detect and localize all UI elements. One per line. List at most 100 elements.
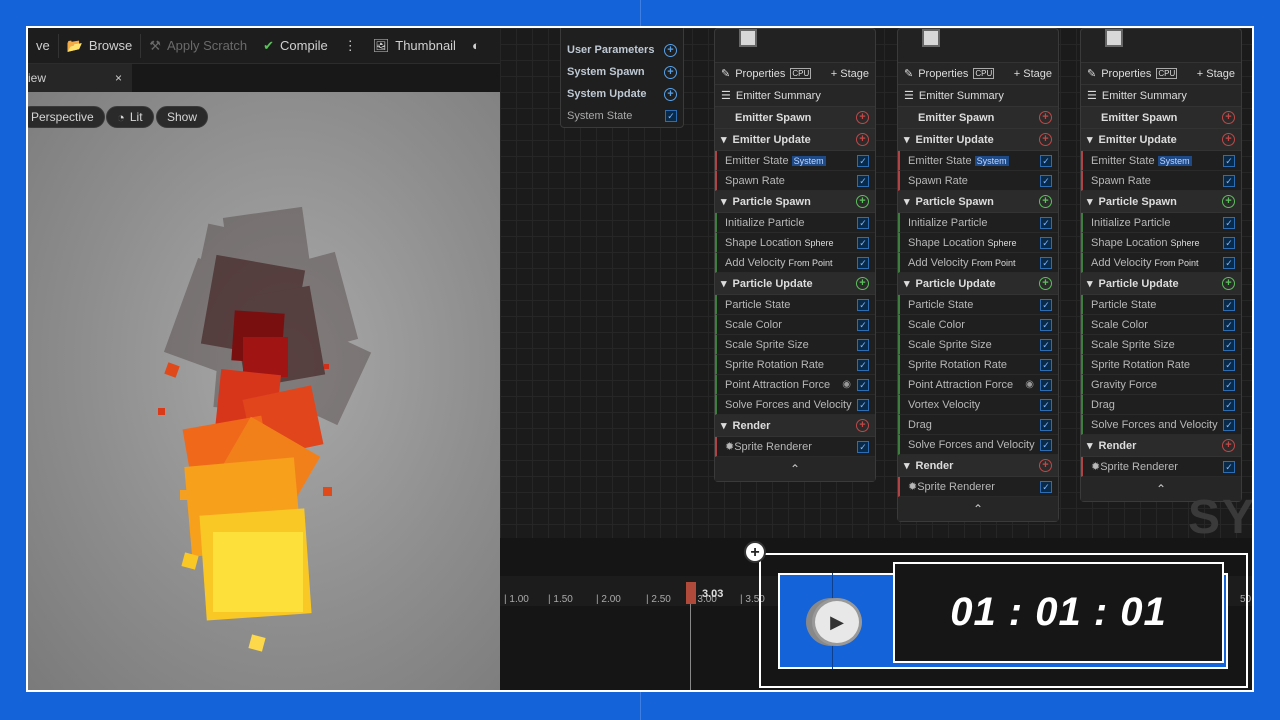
section-header[interactable]: ▾ Particle Spawn +	[1081, 191, 1241, 213]
module-row[interactable]: ✹ Sprite Renderer ✓	[898, 477, 1058, 497]
add-module-icon[interactable]: +	[1222, 111, 1235, 124]
section-header[interactable]: ▾ Particle Spawn +	[715, 191, 875, 213]
module-row[interactable]: Solve Forces and Velocity ✓	[715, 395, 875, 415]
checkbox[interactable]: ✓	[1223, 155, 1235, 167]
checkbox[interactable]: ✓	[1223, 359, 1235, 371]
add-module-icon[interactable]: +	[1039, 277, 1052, 290]
close-icon[interactable]: ×	[115, 71, 122, 85]
section-header[interactable]: ▾ Render +	[1081, 435, 1241, 457]
system-node[interactable]: User Parameters + System Spawn + System Upda…	[560, 28, 684, 128]
checkbox[interactable]: ✓	[857, 155, 869, 167]
add-module-icon[interactable]: +	[1039, 133, 1052, 146]
emitter-properties-row[interactable]: ✎ Properties CPU + Stage	[1081, 63, 1241, 85]
checkbox[interactable]: ✓	[857, 339, 869, 351]
chevron-down-icon[interactable]: ▾	[721, 195, 727, 208]
module-row[interactable]: Shape Location Sphere ✓	[715, 233, 875, 253]
eye-icon[interactable]: ◉	[842, 379, 851, 390]
module-row[interactable]: Gravity Force ✓	[1081, 375, 1241, 395]
checkbox[interactable]: ✓	[1223, 319, 1235, 331]
checkbox[interactable]: ✓	[1040, 419, 1052, 431]
section-header[interactable]: Emitter Spawn +	[1081, 107, 1241, 129]
module-row[interactable]: Solve Forces and Velocity ✓	[898, 435, 1058, 455]
add-module-icon[interactable]: +	[1222, 439, 1235, 452]
module-row[interactable]: Scale Color ✓	[898, 315, 1058, 335]
system-node-row[interactable]: System State ✓	[561, 105, 683, 127]
module-row[interactable]: Emitter State System ✓	[715, 151, 875, 171]
add-circle-icon[interactable]: +	[664, 87, 677, 101]
emitter-thumbnail[interactable]	[1105, 29, 1123, 47]
module-row[interactable]: Shape Location Sphere ✓	[1081, 233, 1241, 253]
add-module-icon[interactable]: +	[856, 133, 869, 146]
checkbox[interactable]: ✓	[857, 299, 869, 311]
emitter-summary-row[interactable]: ☰ Emitter Summary	[1081, 85, 1241, 107]
add-icon[interactable]: +	[744, 541, 766, 563]
play-button[interactable]: ▶	[812, 598, 862, 646]
module-row[interactable]: Solve Forces and Velocity ✓	[1081, 415, 1241, 435]
section-header[interactable]: ▾ Emitter Update +	[898, 129, 1058, 151]
add-module-icon[interactable]: +	[856, 195, 869, 208]
module-row[interactable]: Scale Color ✓	[1081, 315, 1241, 335]
checkbox[interactable]: ✓	[1223, 379, 1235, 391]
thumbnail-button[interactable]: 🖼 Thumbnail	[365, 28, 464, 64]
add-module-icon[interactable]: +	[1039, 195, 1052, 208]
section-header[interactable]: ▾ Particle Spawn +	[898, 191, 1058, 213]
add-stage-button[interactable]: + Stage	[831, 68, 869, 80]
checkbox[interactable]: ✓	[1040, 217, 1052, 229]
add-circle-icon[interactable]: +	[664, 65, 677, 79]
checkbox[interactable]: ✓	[1040, 339, 1052, 351]
module-row[interactable]: Add Velocity From Point ✓	[898, 253, 1058, 273]
checkbox[interactable]: ✓	[1040, 319, 1052, 331]
preview-viewport[interactable]	[28, 92, 500, 690]
module-row[interactable]: Add Velocity From Point ✓	[1081, 253, 1241, 273]
checkbox[interactable]: ✓	[1040, 439, 1052, 451]
lit-button[interactable]: ◔ Lit	[106, 106, 154, 128]
collapse-chevron-icon[interactable]: ⌃	[898, 497, 1058, 521]
add-module-icon[interactable]: +	[856, 277, 869, 290]
chevron-down-icon[interactable]: ▾	[1087, 277, 1093, 290]
checkbox[interactable]: ✓	[857, 237, 869, 249]
section-header[interactable]: ▾ Emitter Update +	[715, 129, 875, 151]
module-row[interactable]: Sprite Rotation Rate ✓	[898, 355, 1058, 375]
module-row[interactable]: Scale Color ✓	[715, 315, 875, 335]
checkbox[interactable]: ✓	[857, 257, 869, 269]
add-module-icon[interactable]: +	[856, 419, 869, 432]
eye-icon[interactable]: ◉	[1025, 379, 1034, 390]
module-row[interactable]: Drag ✓	[1081, 395, 1241, 415]
save-button[interactable]: ve	[28, 28, 58, 64]
section-header[interactable]: ▾ Particle Update +	[898, 273, 1058, 295]
add-circle-icon[interactable]: +	[664, 43, 677, 57]
checkbox[interactable]: ✓	[1040, 359, 1052, 371]
checkbox[interactable]: ✓	[1040, 257, 1052, 269]
system-node-row[interactable]: User Parameters +	[561, 39, 683, 61]
collapse-chevron-icon[interactable]: ⌃	[715, 457, 875, 481]
apply-scratch-button[interactable]: ⚒ Apply Scratch	[141, 28, 255, 64]
system-overview-graph[interactable]: User Parameters + System Spawn + System Upda…	[500, 28, 1252, 538]
checkbox[interactable]: ✓	[1223, 461, 1235, 473]
checkbox[interactable]: ✓	[1040, 379, 1052, 391]
checkbox[interactable]: ✓	[1040, 175, 1052, 187]
module-row[interactable]: Emitter State System ✓	[1081, 151, 1241, 171]
section-header[interactable]: ▾ Particle Update +	[1081, 273, 1241, 295]
emitter-header[interactable]	[1081, 29, 1241, 63]
emitter-header[interactable]	[715, 29, 875, 63]
checkbox[interactable]: ✓	[1223, 299, 1235, 311]
system-node-row[interactable]: System Spawn +	[561, 61, 683, 83]
checkbox[interactable]: ✓	[857, 175, 869, 187]
playhead-marker[interactable]	[686, 582, 696, 604]
checkbox[interactable]: ✓	[1223, 419, 1235, 431]
emitter-thumbnail[interactable]	[922, 29, 940, 47]
checkbox[interactable]: ✓	[665, 110, 677, 122]
chevron-down-icon[interactable]: ▾	[721, 133, 727, 146]
checkbox[interactable]: ✓	[857, 441, 869, 453]
add-module-icon[interactable]: +	[1222, 195, 1235, 208]
checkbox[interactable]: ✓	[1223, 175, 1235, 187]
checkbox[interactable]: ✓	[1223, 399, 1235, 411]
module-row[interactable]: Spawn Rate ✓	[715, 171, 875, 191]
add-stage-button[interactable]: + Stage	[1014, 68, 1052, 80]
section-header[interactable]: ▾ Emitter Update +	[1081, 129, 1241, 151]
checkbox[interactable]: ✓	[1040, 399, 1052, 411]
show-button[interactable]: Show	[156, 106, 209, 128]
system-node-row[interactable]: System Update +	[561, 83, 683, 105]
add-module-icon[interactable]: +	[1222, 133, 1235, 146]
checkbox[interactable]: ✓	[857, 379, 869, 391]
